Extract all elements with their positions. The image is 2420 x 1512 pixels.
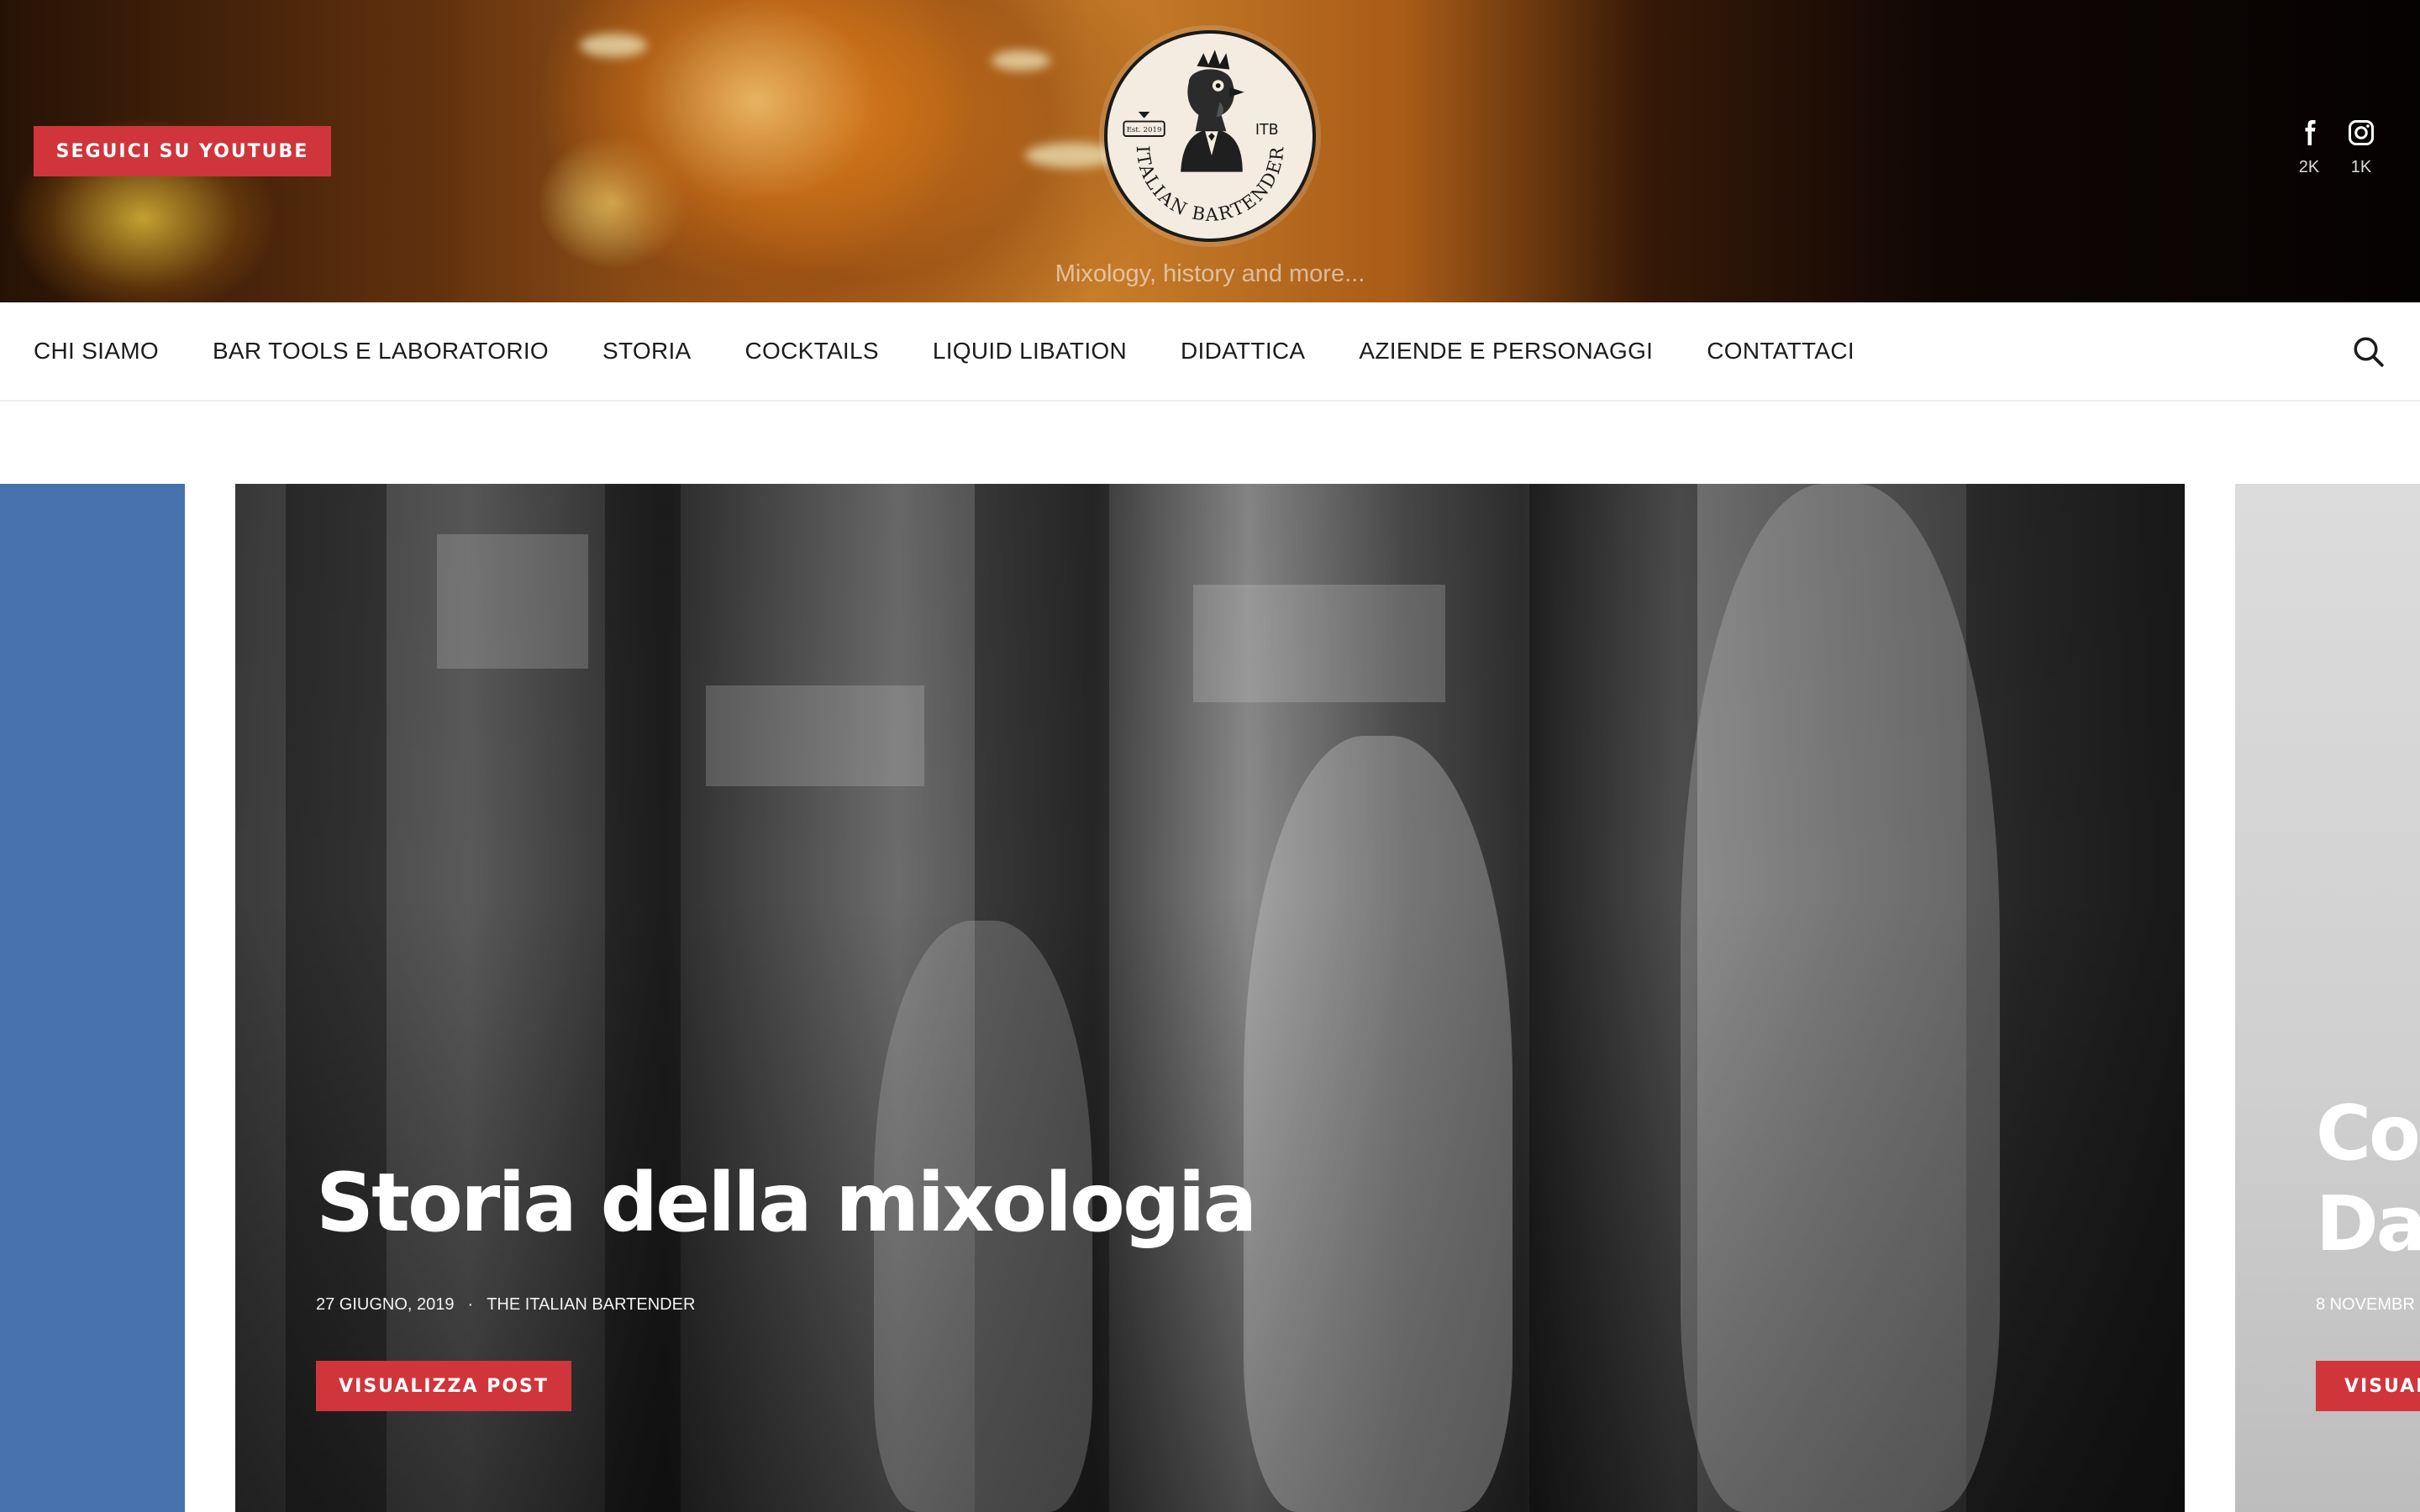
site-tagline: Mixology, history and more... [1055,260,1365,287]
view-post-button[interactable]: VISUALIZZA POST [316,1361,571,1411]
svg-text:Est. 2019: Est. 2019 [1127,126,1162,134]
slide-image-detail [1529,484,1697,1512]
instagram-icon [2349,120,2374,145]
search-button[interactable] [2351,334,2386,370]
nav-item-cocktails[interactable]: COCKTAILS [745,338,879,365]
facebook-icon [2305,120,2316,145]
nav-item-contattaci[interactable]: CONTATTACI [1707,338,1854,365]
search-icon [2354,337,2384,367]
nav-item-storia[interactable]: STORIA [602,338,692,365]
nav-menu: CHI SIAMO BAR TOOLS E LABORATORIO STORIA… [34,338,1908,365]
main-navigation: CHI SIAMO BAR TOOLS E LABORATORIO STORIA… [0,302,2420,402]
next-post-title[interactable]: Co Da [2316,1089,2420,1270]
post-author[interactable]: THE ITALIAN BARTENDER [487,1295,695,1315]
previous-slide[interactable] [0,484,185,1512]
rooster-bartender-logo: Est. 2019 ITB ITALIAN BARTENDER [1123,50,1287,226]
next-post-title-line: Co [2316,1089,2420,1178]
facebook-link[interactable]: 2K [2284,118,2334,177]
next-view-post-button[interactable]: VISUAL [2316,1361,2420,1411]
nav-item-bar-tools[interactable]: BAR TOOLS E LABORATORIO [213,338,549,365]
meta-separator: · [467,1295,474,1314]
next-slide[interactable]: Co Da 8 NOVEMBR VISUAL [2235,484,2420,1512]
slide-image-statue [1681,484,2000,1512]
post-date: 27 GIUGNO, 2019 [316,1295,455,1314]
facebook-count: 2K [2298,158,2320,176]
post-title[interactable]: Storia della mixologia [316,1156,1257,1250]
featured-posts-slider: Storia della mixologia 27 GIUGNO, 2019 ·… [0,484,2420,1512]
post-meta: 27 GIUGNO, 2019 · THE ITALIAN BARTENDER [316,1295,695,1315]
slide-image-detail [437,534,588,669]
nav-item-didattica[interactable]: DIDATTICA [1181,338,1305,365]
instagram-count: 1K [2350,158,2372,176]
current-slide[interactable]: Storia della mixologia 27 GIUGNO, 2019 ·… [235,484,2185,1512]
nav-item-aziende[interactable]: AZIENDE E PERSONAGGI [1359,338,1653,365]
instagram-link[interactable]: 1K [2336,118,2386,177]
next-post-date: 8 NOVEMBR [2316,1295,2415,1314]
nav-item-liquid-libation[interactable]: LIQUID LIBATION [933,338,1127,365]
site-logo[interactable]: Est. 2019 ITB ITALIAN BARTENDER [1104,30,1316,242]
nav-item-chi-siamo[interactable]: CHI SIAMO [34,338,159,365]
slide-image-detail [706,685,924,786]
slide-image-detail [286,484,387,1512]
header-hero: SEGUICI SU YOUTUBE Est. 2019 ITB ITALIAN… [0,0,2420,302]
next-post-title-line: Da [2316,1180,2420,1268]
svg-text:ITB: ITB [1255,122,1279,139]
slide-image-detail [1193,585,1445,702]
slide-image-statue [1244,736,1512,1512]
slide-image-detail [605,484,681,1512]
youtube-follow-button[interactable]: SEGUICI SU YOUTUBE [34,126,331,176]
